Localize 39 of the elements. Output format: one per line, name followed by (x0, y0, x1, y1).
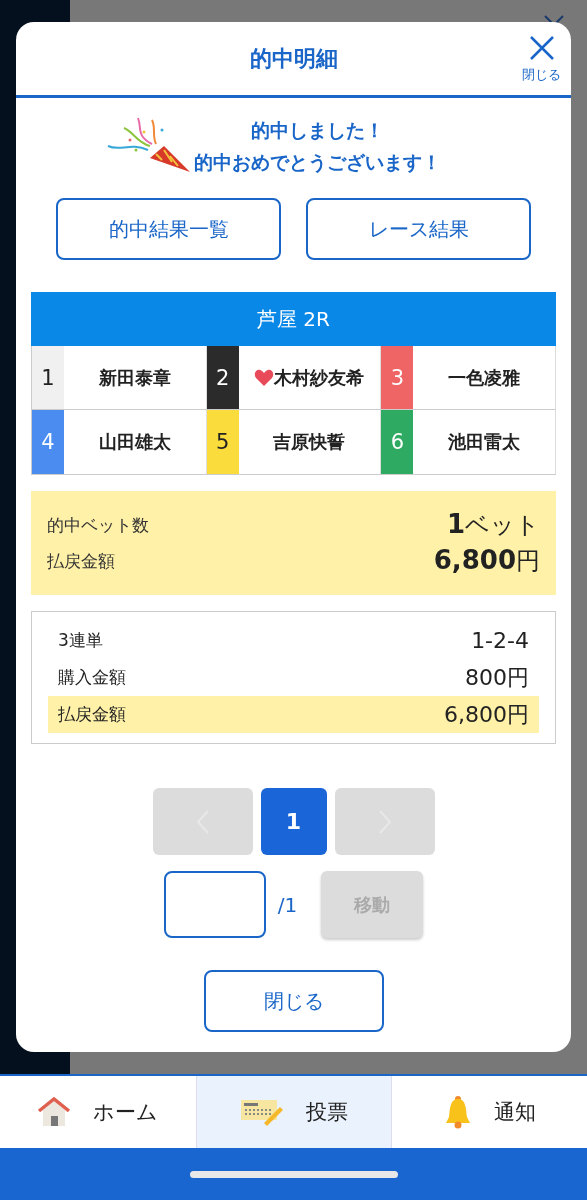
boat-number: 3 (381, 346, 414, 409)
bet-value: 6,800円 (444, 700, 529, 729)
page-total: /1 (277, 892, 298, 917)
close-button[interactable]: 閉じる (203, 970, 384, 1032)
summary-label: 的中ベット数 (47, 513, 149, 537)
house-icon (37, 1096, 72, 1128)
racer-name: 新田泰章 (98, 365, 171, 390)
boat-number: 1 (32, 346, 64, 409)
congrats-text: 的中おめでとうございます！ (194, 150, 441, 175)
link-button[interactable]: レース結果 (306, 198, 531, 260)
racer-name: 池田雷太 (448, 430, 521, 454)
racer-name: 山田雄太 (98, 430, 171, 454)
nav-tab[interactable]: 投票 (195, 1076, 392, 1148)
heart-icon (254, 368, 275, 387)
summary-label: 払戻金額 (47, 549, 115, 573)
boat-number: 4 (32, 410, 64, 474)
race-title: 芦屋 2R (31, 292, 556, 346)
dialog-title: 的中明細 (249, 44, 338, 73)
racer-name: 吉原快誓 (273, 430, 346, 454)
racer-name: 一色凌雅 (448, 365, 521, 390)
congrats-text: 的中しました！ (251, 118, 384, 143)
ticket-pencil-icon (240, 1097, 284, 1127)
bell-icon (443, 1095, 472, 1129)
bet-label: 購入金額 (58, 666, 126, 689)
boat-number: 5 (206, 410, 239, 474)
page-button[interactable]: 1 (260, 788, 327, 855)
boat-number: 2 (206, 346, 239, 409)
bet-label: 3連単 (58, 629, 103, 652)
link-button[interactable]: 的中結果一覧 (56, 198, 281, 260)
page-input-field[interactable] (163, 871, 266, 938)
boat-number: 6 (381, 410, 414, 474)
bet-value: 1-2-4 (471, 628, 529, 653)
close-icon (527, 34, 556, 62)
close-button[interactable]: 閉じる (522, 34, 561, 84)
summary-value: 1ベット (446, 509, 540, 541)
bet-label: 払戻金額 (58, 703, 126, 726)
bet-value: 800円 (465, 663, 529, 692)
racer-name: 木村紗友希 (274, 365, 365, 390)
summary-value: 6,800円 (433, 545, 540, 577)
